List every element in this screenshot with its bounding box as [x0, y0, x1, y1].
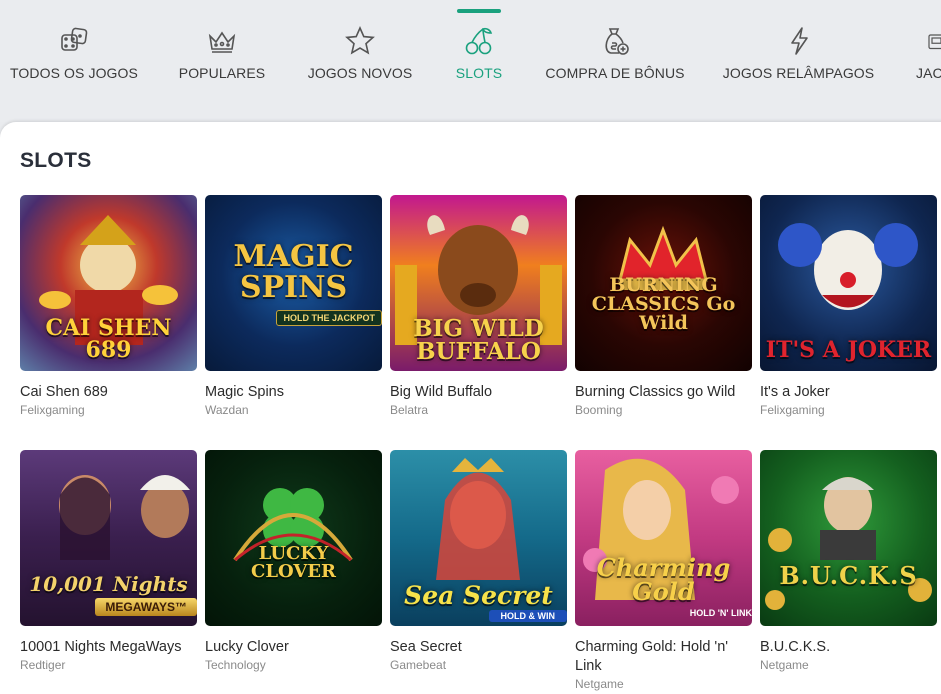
- nav-item-label: JOGOS NOVOS: [307, 65, 413, 81]
- game-logo: IT'S A JOKER: [765, 337, 932, 363]
- lightning-icon: [782, 24, 816, 58]
- game-name: Burning Classics go Wild: [575, 384, 736, 400]
- nav-item-label: TODOS OS JOGOS: [10, 65, 138, 81]
- game-logo-subtitle: HOLD & WIN: [488, 610, 567, 622]
- game-name: Charming Gold: Hold 'n' Link: [575, 639, 729, 674]
- game-logo: CAI SHEN 689: [45, 315, 172, 363]
- jackpot-icon: [916, 24, 941, 58]
- game-card-magic-spins[interactable]: MAGIC SPINS HOLD THE JACKPOT Magic Spins…: [205, 195, 382, 417]
- game-provider: Booming: [575, 403, 623, 417]
- game-provider: Felixgaming: [20, 403, 85, 417]
- game-thumbnail[interactable]: MAGIC SPINS HOLD THE JACKPOT: [205, 195, 382, 371]
- money-bag-icon: [598, 24, 632, 58]
- nav-item-popular[interactable]: POPULARES: [178, 0, 266, 100]
- game-card-charming-gold[interactable]: Charming Gold HOLD 'N' LINK Charming Gol…: [575, 450, 752, 691]
- game-thumbnail[interactable]: BIG WILD BUFFALO: [390, 195, 567, 371]
- game-thumbnail[interactable]: CAI SHEN 689: [20, 195, 197, 371]
- nav-item-label: JAC: [916, 65, 941, 81]
- game-thumbnail[interactable]: IT'S A JOKER: [760, 195, 937, 371]
- game-name: It's a Joker: [760, 384, 830, 400]
- game-provider: Belatra: [390, 403, 429, 417]
- game-logo: BIG WILD BUFFALO: [413, 315, 544, 365]
- nav-item-jackpot[interactable]: JAC: [916, 0, 941, 100]
- game-logo-subtitle: HOLD THE JACKPOT: [276, 309, 382, 326]
- nav-item-all-games[interactable]: TODOS OS JOGOS: [10, 0, 138, 100]
- category-nav: TODOS OS JOGOS POPULARES JOGOS NOVOS SLO…: [0, 0, 941, 122]
- game-name: 10001 Nights MegaWays: [20, 639, 182, 655]
- nav-item-label: SLOTS: [455, 65, 503, 81]
- game-card-burning-classics[interactable]: BURNING CLASSICS Go Wild Burning Classic…: [575, 195, 752, 417]
- game-provider: Netgame: [760, 658, 809, 672]
- game-logo-subtitle: MEGAWAYS™: [95, 598, 197, 616]
- nav-item-label: POPULARES: [178, 65, 266, 81]
- game-provider: Gamebeat: [390, 658, 447, 672]
- game-logo: Sea Secret: [404, 581, 553, 610]
- section-title: SLOTS: [20, 149, 92, 172]
- game-provider: Technology: [205, 658, 266, 672]
- game-logo: Charming Gold: [596, 553, 731, 606]
- game-card-bucks[interactable]: B.U.C.K.S B.U.C.K.S. Netgame: [760, 450, 937, 672]
- game-card-its-a-joker[interactable]: IT'S A JOKER It's a Joker Felixgaming: [760, 195, 937, 417]
- nav-item-label: COMPRA DE BÔNUS: [545, 65, 685, 81]
- game-thumbnail[interactable]: BURNING CLASSICS Go Wild: [575, 195, 752, 371]
- game-name: B.U.C.K.S.: [760, 639, 831, 655]
- game-name: Lucky Clover: [205, 639, 289, 655]
- nav-item-label: JOGOS RELÂMPAGOS: [722, 65, 875, 81]
- nav-item-lightning-games[interactable]: JOGOS RELÂMPAGOS: [723, 0, 874, 100]
- nav-item-bonus-buy[interactable]: COMPRA DE BÔNUS: [545, 0, 685, 100]
- games-panel: SLOTS CAI SHEN 689 Cai Shen 689 Felixgam…: [0, 122, 941, 694]
- game-provider: Netgame: [575, 677, 624, 691]
- game-card-big-wild-buffalo[interactable]: BIG WILD BUFFALO Big Wild Buffalo Belatr…: [390, 195, 567, 417]
- game-logo: B.U.C.K.S: [779, 561, 918, 590]
- game-card-lucky-clover[interactable]: LUCKY CLOVER Lucky Clover Technology: [205, 450, 382, 672]
- game-card-cai-shen-689[interactable]: CAI SHEN 689 Cai Shen 689 Felixgaming: [20, 195, 197, 417]
- crown-icon: [205, 24, 239, 58]
- cherries-icon: [462, 24, 496, 58]
- game-name: Cai Shen 689: [20, 384, 108, 400]
- game-thumbnail[interactable]: Sea Secret HOLD & WIN: [390, 450, 567, 626]
- game-thumbnail[interactable]: LUCKY CLOVER: [205, 450, 382, 626]
- game-provider: Redtiger: [20, 658, 66, 672]
- dice-icon: [57, 24, 91, 58]
- game-logo-subtitle: HOLD 'N' LINK: [689, 608, 752, 618]
- star-icon: [343, 24, 377, 58]
- game-name: Big Wild Buffalo: [390, 384, 493, 400]
- game-card-10001-nights[interactable]: 10,001 Nights MEGAWAYS™ 10001 Nights Meg…: [20, 450, 197, 672]
- nav-item-slots[interactable]: SLOTS: [454, 0, 504, 100]
- game-logo: MAGIC SPINS: [233, 238, 354, 305]
- game-name: Magic Spins: [205, 384, 284, 400]
- game-logo: LUCKY CLOVER: [251, 543, 336, 582]
- nav-item-new-games[interactable]: JOGOS NOVOS: [308, 0, 412, 100]
- game-thumbnail[interactable]: Charming Gold HOLD 'N' LINK: [575, 450, 752, 626]
- game-logo: BURNING CLASSICS Go Wild: [591, 274, 736, 334]
- game-thumbnail[interactable]: 10,001 Nights MEGAWAYS™: [20, 450, 197, 626]
- game-logo: 10,001 Nights: [29, 572, 188, 596]
- game-thumbnail[interactable]: B.U.C.K.S: [760, 450, 937, 626]
- active-tab-indicator: [457, 9, 501, 13]
- game-provider: Wazdan: [205, 403, 249, 417]
- game-card-sea-secret[interactable]: Sea Secret HOLD & WIN Sea Secret Gamebea…: [390, 450, 567, 672]
- game-provider: Felixgaming: [760, 403, 825, 417]
- game-name: Sea Secret: [390, 639, 462, 655]
